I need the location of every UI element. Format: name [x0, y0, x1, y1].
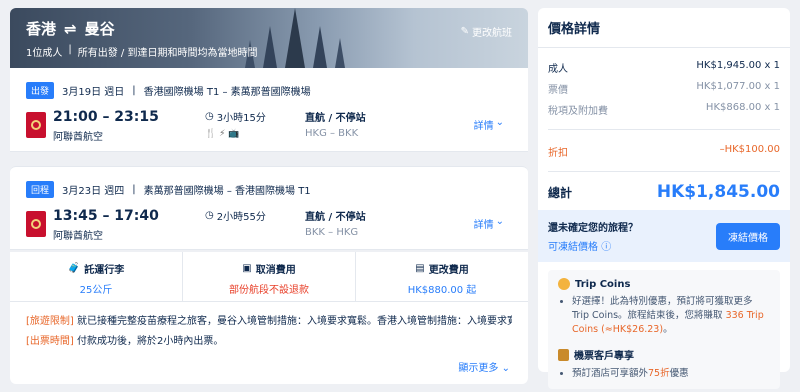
- flight-route: 香港國際機場 T1 – 素萬那普國際機場: [143, 87, 311, 98]
- adult-value: HK$1,945.00 x 1: [696, 60, 780, 71]
- swap-icon: ⇌: [64, 19, 77, 38]
- ticketing-time-text: 付款成功後，將於2小時內出票。: [73, 336, 224, 347]
- fare-value: HK$1,077.00 x 1: [696, 81, 780, 92]
- divider: [548, 171, 780, 172]
- member-title: 機票客戶專享: [574, 351, 634, 362]
- airline-name: 阿聯酋航空: [53, 231, 103, 242]
- tax-label: 稅項及附加費: [548, 106, 608, 117]
- hero-banner: 香港 ⇌ 曼谷 1位成人 | 所有出發 / 到達日期和時間均為當地時間 ✎ 更改…: [10, 8, 528, 68]
- coin-icon: [558, 278, 570, 290]
- airline-logo: [26, 112, 46, 138]
- details-label: 詳情: [473, 220, 494, 231]
- destination-city: 曼谷: [84, 20, 115, 38]
- chevron-down-icon: ⌄: [501, 363, 510, 374]
- trip-coins-end: 。: [663, 324, 673, 335]
- temple-illustration: [245, 8, 345, 68]
- discount-value: –HK$100.00: [719, 144, 780, 155]
- fee-title: 更改費用: [428, 265, 469, 276]
- member-text-end: 優惠: [669, 368, 689, 379]
- outbound-flight: 出發 3月19日 週日 | 香港國際機場 T1 – 素萬那普國際機場 21:00…: [10, 68, 528, 152]
- change-flight-link[interactable]: ✎ 更改航班: [461, 24, 512, 39]
- luggage-icon: 🧳: [67, 263, 81, 274]
- airline-name: 阿聯酋航空: [53, 132, 103, 143]
- ticketing-time-label: [出票時間]: [26, 336, 74, 347]
- price-details-panel: 價格詳情 成人 HK$1,945.00 x 1 票價 HK$1,077.00 x 1…: [538, 8, 790, 389]
- divider: [548, 129, 780, 130]
- airport-codes: BKK – HKG: [305, 227, 359, 238]
- fee-value[interactable]: 部份航段不設退款: [183, 281, 355, 296]
- edit-icon: ✎: [460, 26, 469, 37]
- divider: |: [132, 184, 136, 195]
- freeze-question: 還未確定您的旅程？: [548, 223, 638, 234]
- baggage-fee: 🧳 託運行李 25公斤: [10, 252, 182, 301]
- flight-time: 21:00 – 23:15: [53, 109, 159, 125]
- briefcase-icon: [558, 348, 569, 361]
- fare-label: 票價: [548, 85, 568, 96]
- show-more-label: 顯示更多: [458, 363, 499, 374]
- stop-info: 直航 / 不停站: [305, 113, 366, 124]
- chevron-down-icon: ⌄: [495, 216, 504, 227]
- flight-date: 3月23日 週四: [62, 186, 125, 197]
- airline-logo: [26, 211, 46, 237]
- price-freeze-box: 還未確定您的旅程？ 可凍結價格 ⓘ 凍結價格: [538, 210, 790, 262]
- tax-value: HK$868.00 x 1: [705, 102, 780, 113]
- facilities-icons: 🍴 ⚡ 📺: [205, 129, 240, 139]
- info-icon: ⓘ: [601, 242, 612, 253]
- stop-info: 直航 / 不停站: [305, 212, 366, 223]
- fee-summary: 🧳 託運行李 25公斤 ▣ 取消費用 部份航段不設退款 ▤ 更改費用 HK$880.0…: [10, 252, 528, 302]
- divider: |: [68, 44, 72, 55]
- flight-date: 3月19日 週日: [62, 87, 125, 98]
- fee-value[interactable]: HK$880.00 起: [356, 281, 528, 296]
- change-flight-label: 更改航班: [472, 28, 512, 39]
- change-fee: ▤ 更改費用 HK$880.00 起: [355, 252, 528, 301]
- calendar-icon: ▤: [415, 263, 425, 274]
- travel-restriction-text: 就已接種完整疫苗療程之旅客，曼谷入境管制措施：入境要求寬鬆。香港入境管制措施：入…: [73, 316, 512, 327]
- clock-icon: ◷: [205, 210, 214, 221]
- clock-icon: ◷: [205, 111, 214, 122]
- freeze-link-label: 可凍結價格: [548, 242, 598, 253]
- cancel-icon: ▣: [242, 263, 252, 274]
- cancel-fee: ▣ 取消費用 部份航段不設退款: [182, 252, 355, 301]
- flight-tag: 出發: [26, 82, 55, 99]
- fee-title: 取消費用: [255, 265, 296, 276]
- chevron-down-icon: ⌄: [495, 117, 504, 128]
- member-benefit: 預訂酒店可享額外75折優惠: [572, 367, 770, 381]
- trip-coins-box: Trip Coins 好選擇！此為特別優惠，預訂將可獲取更多 Trip Coin…: [548, 270, 780, 389]
- airport-codes: HKG – BKK: [305, 128, 359, 139]
- travel-restriction-label: [旅遊限制]: [26, 316, 74, 327]
- fee-title: 託運行李: [84, 265, 125, 276]
- total-value: HK$1,845.00: [656, 182, 780, 202]
- details-link[interactable]: 詳情 ⌄: [474, 117, 504, 132]
- trip-coins-text: 好選擇！此為特別優惠，預訂將可獲取更多 Trip Coins。旅程結束後，您將賺…: [572, 295, 770, 337]
- trip-coins-title: Trip Coins: [575, 278, 631, 290]
- flight-tag: 回程: [26, 181, 55, 198]
- freeze-price-button[interactable]: 凍結價格: [716, 222, 780, 250]
- panel-title: 價格詳情: [538, 18, 790, 48]
- adult-label: 成人: [548, 64, 568, 75]
- flight-duration: 2小時55分: [216, 212, 266, 223]
- flight-duration: 3小時15分: [216, 113, 266, 124]
- divider: |: [132, 85, 136, 96]
- details-label: 詳情: [473, 121, 494, 132]
- route-title: 香港 ⇌ 曼谷: [26, 18, 115, 39]
- passenger-count: 1位成人: [26, 48, 63, 59]
- fee-value[interactable]: 25公斤: [10, 281, 182, 296]
- route-subtitle: 1位成人 | 所有出發 / 到達日期和時間均為當地時間: [26, 44, 257, 59]
- return-flight: 回程 3月23日 週四 | 素萬那普國際機場 – 香港國際機場 T1 13:45…: [10, 166, 528, 250]
- origin-city: 香港: [26, 20, 57, 38]
- total-label: 總計: [548, 185, 573, 200]
- details-link[interactable]: 詳情 ⌄: [474, 216, 504, 231]
- member-text: 預訂酒店可享額外: [572, 368, 649, 379]
- flight-time: 13:45 – 17:40: [53, 208, 159, 224]
- local-time-note: 所有出發 / 到達日期和時間均為當地時間: [77, 48, 258, 59]
- member-discount: 75折: [648, 368, 670, 379]
- freeze-info-link[interactable]: 可凍結價格 ⓘ: [548, 238, 638, 253]
- notes-section: [旅遊限制] 就已接種完整疫苗療程之旅客，曼谷入境管制措施：入境要求寬鬆。香港入…: [10, 302, 528, 384]
- flight-route: 素萬那普國際機場 – 香港國際機場 T1: [143, 186, 311, 197]
- show-more-link[interactable]: 顯示更多 ⌄: [458, 359, 510, 374]
- discount-label: 折扣: [548, 148, 568, 159]
